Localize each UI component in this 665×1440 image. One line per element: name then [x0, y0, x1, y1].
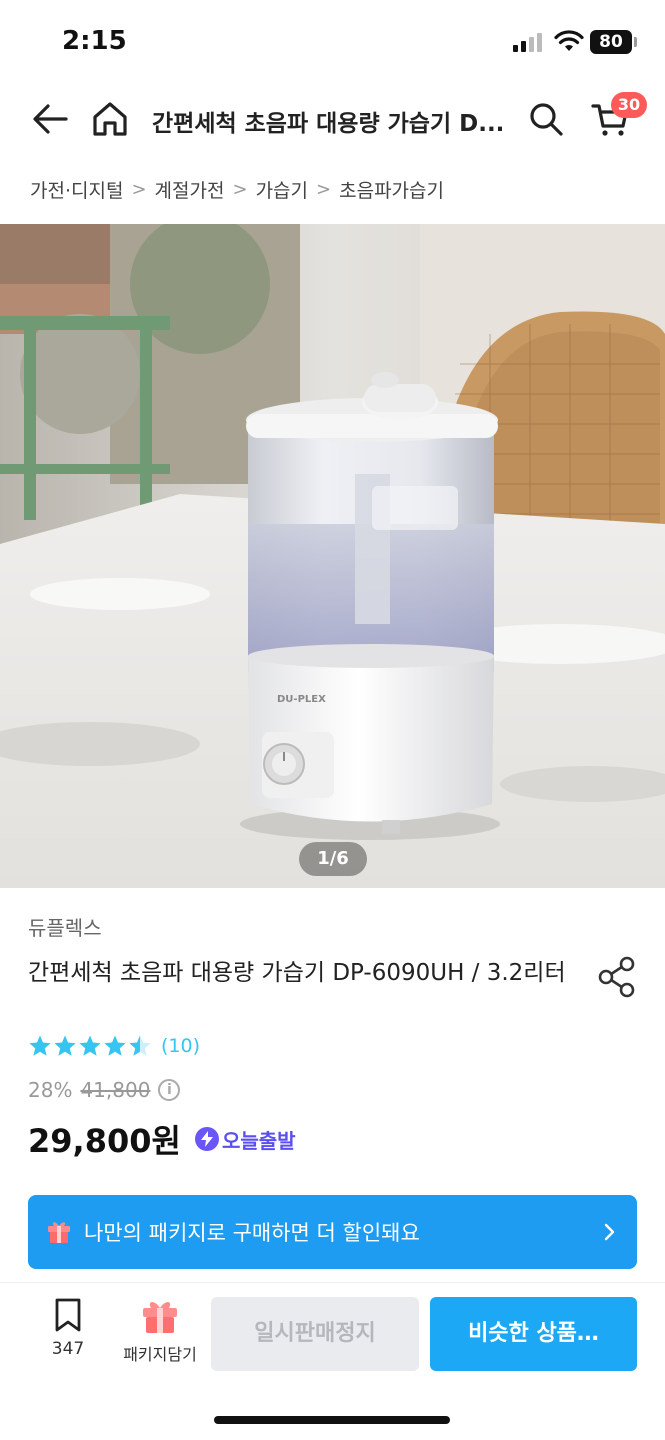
status-time: 2:15 [62, 26, 127, 56]
back-arrow-icon [33, 104, 68, 134]
sale-price: 29,800원 [28, 1122, 181, 1160]
breadcrumb-item[interactable]: 초음파가습기 [339, 176, 444, 203]
device-brand-text: DU-PLEX [277, 694, 326, 705]
star-icon [29, 1035, 51, 1056]
similar-products-button[interactable]: 비슷한 상품… [430, 1297, 637, 1371]
search-button[interactable] [524, 94, 568, 144]
signal-icon [513, 32, 545, 52]
wifi-icon [554, 30, 584, 51]
brand-link[interactable]: 듀플렉스 [28, 912, 102, 941]
original-price: 41,800 [80, 1078, 151, 1102]
cart-count-badge: 30 [611, 92, 647, 118]
gift-box-icon [48, 1222, 70, 1243]
package-label: 패키지담기 [123, 1345, 197, 1364]
status-bar: 2:15 80 [0, 0, 665, 84]
search-icon [530, 103, 563, 136]
breadcrumb: 가전·디지털 > 계절가전 > 가습기 > 초음파가습기 [30, 172, 444, 206]
back-button[interactable] [28, 94, 72, 144]
image-counter: 1/6 [299, 842, 367, 876]
share-icon [598, 956, 635, 998]
discount-row: 28% 41,800 i [28, 1078, 181, 1102]
shipping-badge-label: 오늘출발 [221, 1128, 296, 1153]
package-discount-banner[interactable]: 나만의 패키지로 구매하면 더 할인돼요 [28, 1195, 637, 1269]
breadcrumb-item[interactable]: 가전·디지털 [30, 176, 123, 203]
battery-indicator: 80 [590, 30, 632, 54]
today-shipping-badge: 오늘출발 [194, 1125, 296, 1154]
product-image-carousel[interactable]: DU-PLEX [0, 224, 665, 888]
chevron-right-icon: > [316, 178, 332, 200]
review-count[interactable]: (10) [161, 1035, 200, 1057]
home-icon [93, 102, 127, 136]
info-icon[interactable]: i [158, 1079, 181, 1101]
top-nav: 간편세척 초음파 대용량 가습기 D... [0, 84, 665, 156]
share-button[interactable] [592, 952, 642, 1002]
rating-row[interactable]: (10) [28, 1034, 200, 1058]
star-half-icon [129, 1035, 151, 1056]
gift-box-icon [143, 1301, 177, 1333]
chevron-right-icon: > [232, 178, 248, 200]
chevron-right-icon [604, 1223, 615, 1241]
bookmark-count: 347 [51, 1339, 85, 1359]
breadcrumb-item[interactable]: 가습기 [256, 176, 308, 203]
banner-text: 나만의 패키지로 구매하면 더 할인돼요 [84, 1221, 420, 1245]
star-icon [79, 1035, 101, 1056]
star-icon [104, 1035, 126, 1056]
home-button[interactable] [88, 94, 132, 144]
bookmark-button[interactable]: 347 [36, 1297, 100, 1377]
product-photo: DU-PLEX [0, 224, 665, 888]
bolt-icon [194, 1127, 219, 1151]
add-to-package-button[interactable]: 패키지담기 [112, 1297, 208, 1377]
star-rating [28, 1034, 153, 1058]
star-icon [54, 1035, 76, 1056]
breadcrumb-item[interactable]: 계절가전 [155, 176, 225, 203]
bookmark-icon [55, 1298, 81, 1332]
product-name: 간편세척 초음파 대용량 가습기 DP-6090UH / 3.2리터 [28, 960, 566, 986]
page-title: 간편세척 초음파 대용량 가습기 D... [152, 111, 505, 137]
battery-cap [634, 37, 637, 47]
home-indicator [214, 1416, 450, 1424]
chevron-right-icon: > [131, 178, 147, 200]
bottom-action-bar: 347 패키지담기 일시판매정지 비슷한 상품… [0, 1282, 665, 1392]
discount-rate: 28% [28, 1078, 73, 1102]
sold-out-button[interactable]: 일시판매정지 [211, 1297, 419, 1371]
price-row: 29,800원 오늘출발 [28, 1116, 296, 1162]
